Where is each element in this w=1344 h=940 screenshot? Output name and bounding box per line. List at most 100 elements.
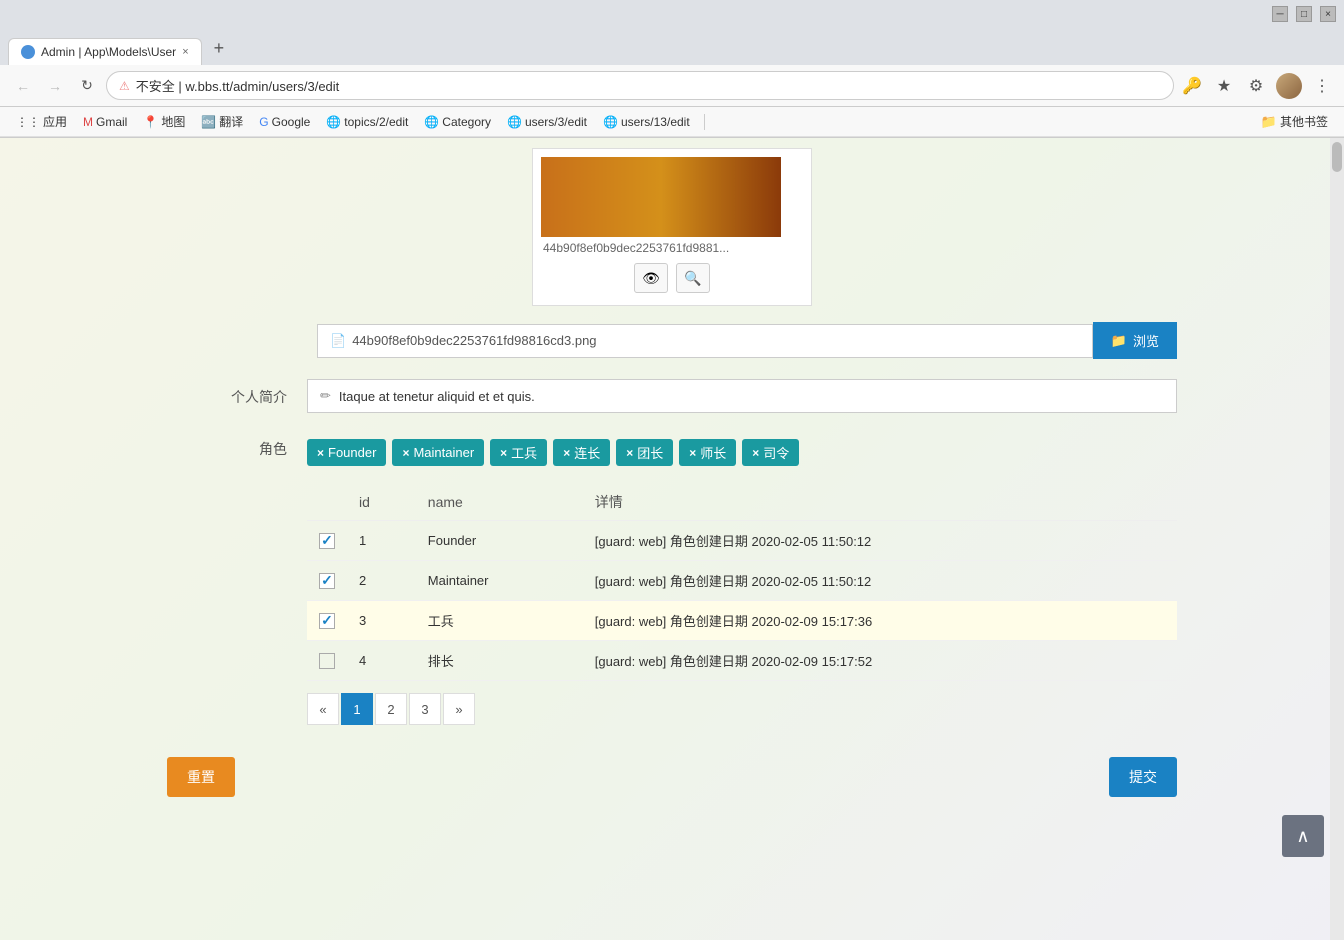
pagination-page-2[interactable]: 2 (375, 693, 407, 725)
url-bar[interactable]: ⚠ 不安全 | w.bbs.tt/admin/users/3/edit (106, 71, 1174, 100)
pagination: «123» (307, 681, 1177, 737)
pagination-prev[interactable]: « (307, 693, 339, 725)
role-tag-label: 司令 (763, 443, 789, 462)
table-row: ✓ 2 Maintainer [guard: web] 角色创建日期 2020-… (307, 561, 1177, 601)
row-checkbox-cell: ✓ (307, 521, 347, 561)
bookmark-gmail[interactable]: M Gmail (77, 113, 133, 131)
row-checkbox-cell (307, 641, 347, 681)
title-bar: ─ □ × (0, 0, 1344, 28)
row-detail: [guard: web] 角色创建日期 2020-02-05 11:50:12 (583, 521, 1177, 561)
role-tag-founder[interactable]: × Founder (307, 439, 386, 466)
back-button[interactable]: ← (10, 73, 36, 99)
toolbar-icons: 🔑 ★ ⚙ ⋮ (1180, 73, 1334, 99)
bookmarks-bar: ⋮⋮ 应用 M Gmail 📍 地图 🔤 翻译 G Google 🌐 topic… (0, 107, 1344, 137)
bookmark-google-label: Google (272, 115, 311, 129)
image-preview-box: 44b90f8ef0b9dec2253761fd9881... 👁 🔍 (532, 148, 812, 306)
bio-control: ✏ Itaque at tenetur aliquid et et quis. (307, 379, 1177, 413)
translate-icon: 🔤 (201, 115, 216, 129)
category-icon: 🌐 (424, 115, 439, 129)
minimize-button[interactable]: ─ (1272, 6, 1288, 22)
role-tag-label: Founder (328, 445, 376, 460)
bookmark-users13-edit[interactable]: 🌐 users/13/edit (597, 113, 696, 131)
bookmark-star-icon[interactable]: ★ (1212, 74, 1236, 98)
tab-title: Admin | App\Models\User (41, 45, 176, 59)
pagination-page-3[interactable]: 3 (409, 693, 441, 725)
bio-field[interactable]: ✏ Itaque at tenetur aliquid et et quis. (307, 379, 1177, 413)
preview-view-button[interactable]: 👁 (634, 263, 668, 293)
role-tag-label: 师长 (700, 443, 726, 462)
bookmark-maps[interactable]: 📍 地图 (137, 111, 191, 132)
bookmark-category[interactable]: 🌐 Category (418, 113, 497, 131)
role-tag-lianchang[interactable]: ×连长 (553, 439, 610, 466)
bookmark-topics-edit[interactable]: 🌐 topics/2/edit (320, 113, 414, 131)
file-display: 📄 44b90f8ef0b9dec2253761fd98816cd3.png (317, 324, 1093, 358)
apps-icon: ⋮⋮ (16, 115, 40, 129)
window-controls[interactable]: ─ □ × (1272, 6, 1336, 22)
row-id: 1 (347, 521, 416, 561)
scroll-top-icon: ∧ (1296, 826, 1309, 847)
col-checkbox (307, 484, 347, 521)
row-detail: [guard: web] 角色创建日期 2020-02-05 11:50:12 (583, 561, 1177, 601)
role-tag-remove-icon: × (689, 446, 696, 460)
close-window-button[interactable]: × (1320, 6, 1336, 22)
bookmark-google[interactable]: G Google (253, 113, 316, 131)
maximize-button[interactable]: □ (1296, 6, 1312, 22)
role-tag-remove-icon: × (752, 446, 759, 460)
edit-icon: ✏ (320, 388, 331, 404)
other-bookmarks[interactable]: 📁 其他书签 (1255, 111, 1334, 132)
row-checkbox-cell: ✓ (307, 601, 347, 641)
role-label: 角色 (167, 431, 307, 459)
bookmark-users3-label: users/3/edit (525, 115, 587, 129)
user-avatar[interactable] (1276, 73, 1302, 99)
menu-icon[interactable]: ⋮ (1310, 74, 1334, 98)
role-tag-remove-icon: × (402, 446, 409, 460)
row-checkbox[interactable]: ✓ (319, 533, 335, 549)
row-name: Maintainer (416, 561, 583, 601)
role-tag-label: 团长 (637, 443, 663, 462)
reset-button[interactable]: 重置 (167, 757, 235, 797)
submit-button[interactable]: 提交 (1109, 757, 1177, 797)
bookmark-category-label: Category (442, 115, 491, 129)
browse-label: 浏览 (1133, 331, 1159, 350)
pagination-page-1[interactable]: 1 (341, 693, 373, 725)
role-tag-siling[interactable]: × 司令 (742, 439, 799, 466)
role-tag-remove-icon: × (317, 446, 324, 460)
role-control: ×Founder×Maintainer×工兵×连长×团长×师长×司令 id na… (307, 431, 1177, 737)
active-tab[interactable]: Admin | App\Models\User × (8, 38, 202, 65)
bookmark-apps-label: 应用 (43, 113, 67, 130)
extensions-icon[interactable]: ⚙ (1244, 74, 1268, 98)
scroll-top-button[interactable]: ∧ (1282, 815, 1324, 857)
row-name: Founder (416, 521, 583, 561)
password-key-icon[interactable]: 🔑 (1180, 74, 1204, 98)
preview-zoom-button[interactable]: 🔍 (676, 263, 710, 293)
scroll-bar[interactable] (1330, 138, 1344, 940)
row-checkbox[interactable] (319, 653, 335, 669)
row-id: 3 (347, 601, 416, 641)
role-tag-tuanzhang[interactable]: ×团长 (616, 439, 673, 466)
role-tag-label: 连长 (574, 443, 600, 462)
tab-favicon (21, 45, 35, 59)
col-detail: 详情 (583, 484, 1177, 521)
pagination-next[interactable]: » (443, 693, 475, 725)
image-preview-section: 44b90f8ef0b9dec2253761fd9881... 👁 🔍 (167, 148, 1177, 306)
bookmarks-divider (704, 114, 705, 130)
row-checkbox[interactable]: ✓ (319, 613, 335, 629)
tab-close-button[interactable]: × (182, 46, 188, 58)
preview-actions: 👁 🔍 (541, 259, 803, 297)
security-icon: ⚠ (119, 79, 130, 93)
browse-button[interactable]: 📁 浏览 (1093, 322, 1177, 359)
file-input-row: 📄 44b90f8ef0b9dec2253761fd98816cd3.png 📁… (317, 322, 1177, 359)
preview-filename: 44b90f8ef0b9dec2253761fd9881... (541, 237, 803, 259)
role-tag-shizhang[interactable]: × 师长 (679, 439, 736, 466)
forward-button[interactable]: → (42, 73, 68, 99)
checkmark-icon: ✓ (321, 612, 333, 629)
bookmark-translate[interactable]: 🔤 翻译 (195, 111, 249, 132)
role-tag-maintainer[interactable]: ×Maintainer (392, 439, 484, 466)
new-tab-button[interactable]: + (204, 32, 235, 65)
reload-button[interactable]: ↻ (74, 73, 100, 99)
row-checkbox[interactable]: ✓ (319, 573, 335, 589)
role-tag-gongbing[interactable]: ×工兵 (490, 439, 547, 466)
bookmark-apps[interactable]: ⋮⋮ 应用 (10, 111, 73, 132)
form-container: 44b90f8ef0b9dec2253761fd9881... 👁 🔍 📄 44… (147, 138, 1197, 837)
bookmark-users3-edit[interactable]: 🌐 users/3/edit (501, 113, 593, 131)
